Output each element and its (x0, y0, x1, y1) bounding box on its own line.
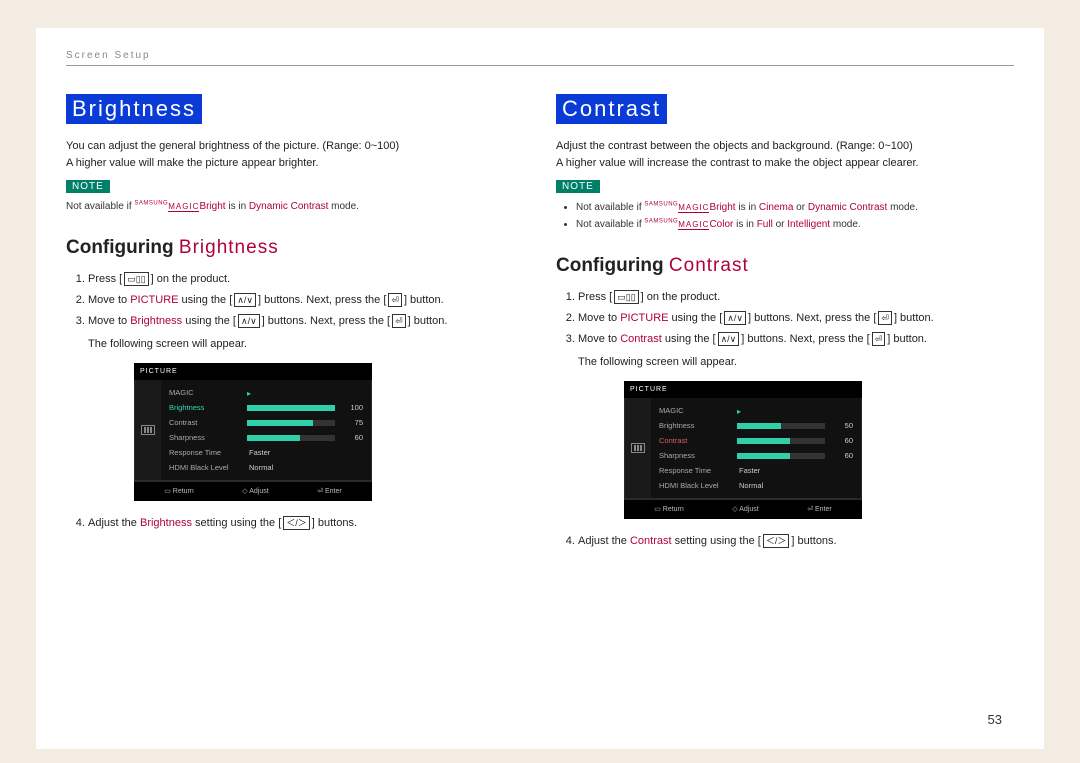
note-item: Not available if SAMSUNGMAGICColor is in… (576, 216, 1014, 233)
note-badge: NOTE (556, 180, 600, 193)
step-2: Move to PICTURE using the [∧/∨] buttons.… (88, 290, 524, 311)
enter-icon: ⏎ (878, 311, 892, 325)
configuring-contrast-heading: Configuring Contrast (556, 255, 1014, 277)
up-down-icon: ∧/∨ (724, 311, 746, 325)
up-down-icon: ∧/∨ (718, 332, 740, 346)
step-3: Move to Contrast using the [∧/∨] buttons… (578, 329, 1014, 519)
section-title-contrast: Contrast (556, 94, 667, 124)
contrast-desc-2: A higher value will increase the contras… (556, 155, 1014, 172)
menu-icon: ▭▯▯ (124, 272, 148, 286)
brightness-desc-1: You can adjust the general brightness of… (66, 138, 524, 155)
note-item: Not available if SAMSUNGMAGICBright is i… (576, 199, 1014, 216)
enter-icon: ⏎ (388, 293, 402, 307)
contrast-column: Contrast Adjust the contrast between the… (556, 94, 1014, 552)
step-1: Press [▭▯▯] on the product. (578, 287, 1014, 308)
contrast-steps: Press [▭▯▯] on the product. Move to PICT… (556, 287, 1014, 552)
breadcrumb: Screen Setup (66, 50, 1014, 61)
manual-page: Screen Setup Brightness You can adjust t… (36, 28, 1044, 749)
left-right-icon: ＜/＞ (763, 534, 790, 548)
step-4: Adjust the Contrast setting using the [＜… (578, 531, 1014, 552)
contrast-desc-1: Adjust the contrast between the objects … (556, 138, 1014, 155)
menu-icon: ▭▯▯ (614, 290, 638, 304)
contrast-notes: Not available if SAMSUNGMAGICBright is i… (556, 199, 1014, 233)
section-title-brightness: Brightness (66, 94, 202, 124)
note-badge: NOTE (66, 180, 110, 193)
step-1: Press [▭▯▯] on the product. (88, 269, 524, 290)
enter-icon: ⏎ (872, 332, 886, 346)
step-4: Adjust the Brightness setting using the … (88, 513, 524, 534)
up-down-icon: ∧/∨ (238, 314, 260, 328)
osd-screenshot-contrast: PICTURE MAGIC▸Brightness50Contrast60Shar… (624, 381, 862, 520)
page-number: 53 (988, 712, 1002, 727)
brightness-note: Not available if SAMSUNGMAGICBright is i… (66, 199, 524, 215)
brightness-column: Brightness You can adjust the general br… (66, 94, 524, 552)
enter-icon: ⏎ (392, 314, 406, 328)
left-right-icon: ＜/＞ (283, 516, 310, 530)
brightness-steps: Press [▭▯▯] on the product. Move to PICT… (66, 269, 524, 534)
divider (66, 65, 1014, 66)
brightness-desc-2: A higher value will make the picture app… (66, 155, 524, 172)
osd-screenshot-brightness: PICTURE MAGIC▸Brightness100Contrast75Sha… (134, 363, 372, 502)
up-down-icon: ∧/∨ (234, 293, 256, 307)
step-2: Move to PICTURE using the [∧/∨] buttons.… (578, 308, 1014, 329)
two-column-layout: Brightness You can adjust the general br… (66, 94, 1014, 552)
configuring-brightness-heading: Configuring Brightness (66, 237, 524, 259)
step-3: Move to Brightness using the [∧/∨] butto… (88, 311, 524, 501)
